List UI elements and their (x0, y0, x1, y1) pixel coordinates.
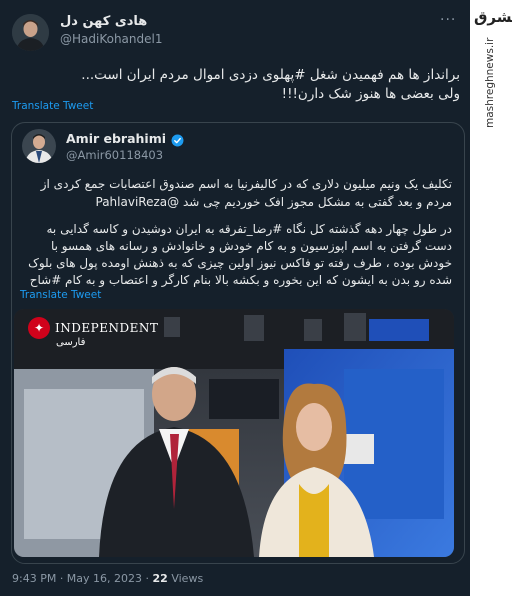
tweet-text: برانداز ها هم فهمیدن شغل #پهلوی دزدی امو… (20, 66, 460, 104)
quoted-author-name[interactable]: Amir ebrahimi (66, 131, 166, 146)
independent-logo-text: INDEPENDENT (55, 321, 159, 335)
author-name[interactable]: هادی کهن دل (60, 14, 147, 29)
quoted-text-paragraph-2: در طول چهار دهه گذشته کل نگاه #رضا_تفرقه… (22, 221, 452, 289)
watermark-url: mashreghnews.ir (484, 37, 496, 128)
quoted-author-avatar[interactable] (22, 129, 56, 163)
quoted-author-handle[interactable]: @Amir60118403 (66, 148, 163, 162)
quoted-tweet-image[interactable]: ✦ INDEPENDENT فارسی (14, 309, 454, 557)
quoted-text-line: در طول چهار دهه گذشته کل نگاه #رضا_تفرقه… (46, 222, 453, 236)
independent-logo: ✦ INDEPENDENT (28, 317, 158, 339)
quoted-translate-tweet-link[interactable]: Translate Tweet (20, 289, 101, 301)
independent-logo-sub: فارسی (56, 337, 86, 348)
eagle-logo-icon: ✦ (28, 317, 50, 339)
more-options-icon[interactable]: ··· (440, 12, 456, 28)
verified-badge-icon (171, 132, 184, 147)
translate-tweet-link[interactable]: Translate Tweet (12, 100, 93, 112)
quoted-tweet-card[interactable]: Amir ebrahimi @Amir60118403 تکلیف یک ونی… (11, 122, 465, 564)
quoted-text-paragraph-1: تکلیف یک ونیم میلیون دلاری که در کالیفرن… (22, 175, 452, 211)
quoted-text-line: مردم و بعد گفتی به مشکل مجوز افک خوردیم … (95, 195, 453, 209)
quoted-text-line: تکلیف یک ونیم میلیون دلاری که در کالیفرن… (40, 177, 452, 191)
views-count: 22 (152, 572, 168, 585)
quoted-text-line: خودش بوده ، طرف رفته تو فاکس نیوز اولین … (28, 256, 452, 270)
tweet-text-line-1: برانداز ها هم فهمیدن شغل #پهلوی دزدی امو… (81, 67, 460, 83)
tweet-meta: 9:43 PM · May 16, 2023 · 22 Views (12, 572, 203, 585)
author-avatar[interactable] (12, 14, 49, 51)
watermark-brand: مشرق (474, 8, 512, 26)
author-handle[interactable]: @HadiKohandel1 (60, 32, 162, 46)
views-label: Views (171, 572, 204, 585)
tweet-timestamp[interactable]: 9:43 PM · May 16, 2023 · (12, 572, 149, 585)
watermark-sidebar: مشرق mashreghnews.ir (470, 0, 512, 596)
quoted-text-line: دست گرفتن به اسم اپوزسیون و به کام خودش … (50, 239, 452, 253)
quoted-author-name-row: Amir ebrahimi (66, 131, 184, 147)
quoted-text-line: شده رو بدن به ایشون که این بخوره و بکشه … (29, 273, 452, 287)
